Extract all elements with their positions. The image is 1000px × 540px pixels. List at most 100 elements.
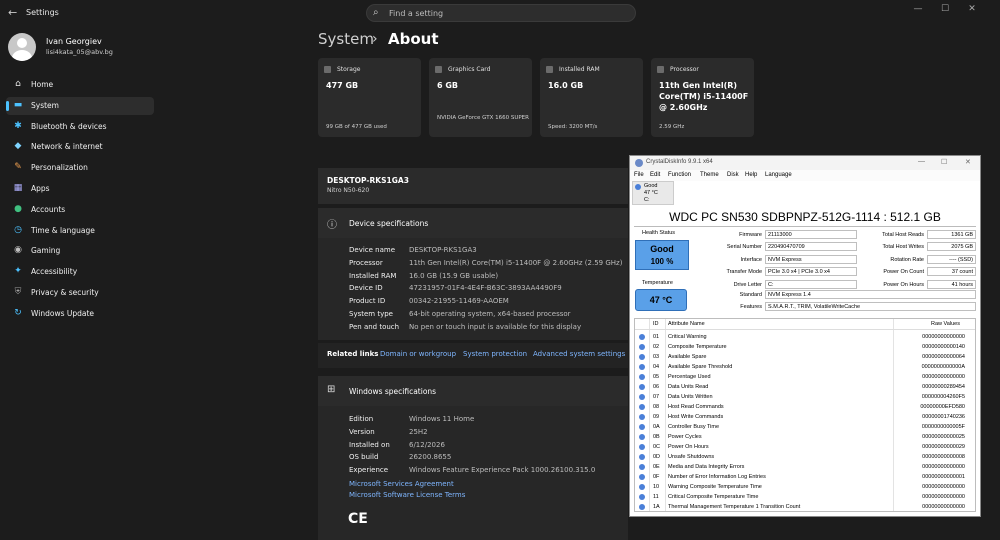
spec-label: Pen and touch <box>349 322 400 331</box>
cdi-menu-help[interactable]: Help <box>745 172 757 178</box>
table-row[interactable]: 03 Available Spare 00000000000064 <box>635 352 975 362</box>
domain-workgroup-link[interactable]: Domain or workgroup <box>380 350 456 358</box>
table-row[interactable]: 0C Power On Hours 00000000000029 <box>635 442 975 452</box>
attribute-id: 04 <box>653 364 660 370</box>
table-row[interactable]: 09 Host Write Commands 00000001740236 <box>635 412 975 422</box>
header-attribute-name[interactable]: Attribute Name <box>668 321 705 327</box>
license-terms-link[interactable]: Microsoft Software License Terms <box>349 491 465 499</box>
cdi-disk-tab[interactable]: Good 47 °C C: <box>632 181 674 205</box>
attribute-id: 05 <box>653 374 660 380</box>
cdi-field-label: Total Host Writes <box>882 244 924 251</box>
table-row[interactable]: 0E Media and Data Integrity Errors 0000000… <box>635 462 975 472</box>
sidebar-item-accounts[interactable]: ● Accounts <box>6 201 154 219</box>
gaming-icon: ◉ <box>14 245 22 256</box>
table-row[interactable]: 1A Thermal Management Temperature 1 Trans… <box>635 502 975 511</box>
cdi-minimize-icon[interactable]: — <box>918 158 925 165</box>
back-arrow-icon[interactable]: ← <box>8 6 17 19</box>
cdi-features-value: S.M.A.R.T., TRIM, VolatileWriteCache <box>765 302 976 311</box>
sidebar-item-accessibility[interactable]: ✦ Accessibility <box>6 263 154 281</box>
sidebar-item-network-internet[interactable]: ◆ Network & internet <box>6 138 154 156</box>
time-icon: ◷ <box>14 224 22 235</box>
attribute-status-dot-icon <box>639 504 645 510</box>
user-name: Ivan Georgiev <box>46 37 102 46</box>
sidebar-item-home[interactable]: ⌂ Home <box>6 76 154 94</box>
sidebar-item-privacy-security[interactable]: ⛨ Privacy & security <box>6 284 154 302</box>
table-row[interactable]: 10 Warning Composite Temperature Time 0000… <box>635 482 975 492</box>
minimize-icon[interactable]: — <box>908 4 928 14</box>
maximize-icon[interactable]: ☐ <box>935 4 955 14</box>
cdi-menu-disk[interactable]: Disk <box>727 172 739 178</box>
cdi-field-label: Power On Hours <box>883 281 924 288</box>
cdi-menu-theme[interactable]: Theme <box>700 172 719 178</box>
card-subtext: 99 GB of 477 GB used <box>326 124 387 130</box>
windows-specs-title: Windows specifications <box>349 387 437 396</box>
card-value: 477 GB <box>326 81 359 90</box>
sidebar-item-apps[interactable]: ▦ Apps <box>6 180 154 198</box>
table-row[interactable]: 11 Critical Composite Temperature Time 000… <box>635 492 975 502</box>
table-row[interactable]: 07 Data Units Written 000000004260F5 <box>635 392 975 402</box>
cdi-maximize-icon[interactable]: ☐ <box>941 158 947 166</box>
header-raw-values[interactable]: Raw Values <box>931 321 960 327</box>
card-caption: Graphics Card <box>448 66 491 73</box>
sidebar-item-label: Personalization <box>31 163 88 173</box>
spec-label: Experience <box>349 466 389 475</box>
cdi-menu-file[interactable]: File <box>634 172 644 178</box>
attribute-id: 02 <box>653 344 660 350</box>
close-icon[interactable]: ✕ <box>962 4 982 14</box>
attribute-raw-value: 00000000000000 <box>922 374 965 380</box>
system-protection-link[interactable]: System protection <box>463 350 527 358</box>
card-icon <box>324 66 331 73</box>
cdi-menu-language[interactable]: Language <box>765 172 792 178</box>
cdi-field-value: 2075 GB <box>927 242 976 252</box>
spec-label: Installed on <box>349 440 390 449</box>
apps-icon: ▦ <box>13 183 23 193</box>
search-input[interactable]: Find a setting <box>389 9 443 18</box>
card-processor[interactable]: Processor 11th Gen Intel(R) Core(TM) i5-1… <box>651 58 754 137</box>
table-row[interactable]: 0F Number of Error Information Log Entrie… <box>635 472 975 482</box>
sidebar-item-time-language[interactable]: ◷ Time & language <box>6 222 154 240</box>
card-graphics-card[interactable]: Graphics Card 6 GB NVIDIA GeForce GTX 1660… <box>429 58 532 137</box>
cdi-menu-function[interactable]: Function <box>668 172 691 178</box>
sidebar-item-personalization[interactable]: ✎ Personalization <box>6 159 154 177</box>
table-row[interactable]: 05 Percentage Used 00000000000000 <box>635 372 975 382</box>
breadcrumb-system[interactable]: System <box>318 30 374 48</box>
attribute-id: 08 <box>653 404 660 410</box>
card-icon <box>657 66 664 73</box>
sidebar-item-system[interactable]: ▬ System <box>6 96 154 115</box>
cdi-health-status[interactable]: Good 100 % <box>635 240 689 270</box>
card-storage[interactable]: Storage 477 GB 99 GB of 477 GB used <box>318 58 421 137</box>
attribute-status-dot-icon <box>639 484 645 490</box>
cdi-field-label: Rotation Rate <box>890 256 924 263</box>
cdi-health-percent: 100 % <box>650 257 674 266</box>
services-agreement-link[interactable]: Microsoft Services Agreement <box>349 480 454 488</box>
card-value: 16.0 GB <box>548 81 584 90</box>
advanced-system-settings-link[interactable]: Advanced system settings <box>533 350 625 358</box>
device-block <box>318 168 628 204</box>
sidebar-item-gaming[interactable]: ◉ Gaming <box>6 242 154 260</box>
spec-value: 6/12/2026 <box>409 440 445 449</box>
table-row[interactable]: 06 Data Units Read 00000000289454 <box>635 382 975 392</box>
attribute-raw-value: 00000000000008 <box>922 454 965 460</box>
table-row[interactable]: 08 Host Read Commands 00000000EFD580 <box>635 402 975 412</box>
sidebar-item-label: Home <box>31 80 54 89</box>
header-id[interactable]: ID <box>653 321 659 327</box>
card-installed-ram[interactable]: Installed RAM 16.0 GB Speed: 3200 MT/s <box>540 58 643 137</box>
table-row[interactable]: 0B Power Cycles 00000000000025 <box>635 432 975 442</box>
cdi-tab-temp: 47 °C <box>644 190 658 196</box>
card-icon <box>546 66 553 73</box>
table-row[interactable]: 01 Critical Warning 00000000000000 <box>635 332 975 342</box>
sidebar-item-windows-update[interactable]: ↻ Windows Update <box>6 305 154 323</box>
table-row[interactable]: 0A Controller Busy Time 0000000000005F <box>635 422 975 432</box>
table-row[interactable]: 0D Unsafe Shutdowns 00000000000008 <box>635 452 975 462</box>
table-row[interactable]: 02 Composite Temperature 00000000000140 <box>635 342 975 352</box>
smart-attribute-table[interactable]: ID Attribute Name Raw Values 01 Critical … <box>634 318 976 512</box>
spec-value: 00342-21955-11469-AAOEM <box>409 297 509 306</box>
sidebar-item-bluetooth-devices[interactable]: ✱ Bluetooth & devices <box>6 118 154 136</box>
update-icon: ↻ <box>14 307 22 318</box>
attribute-name: Host Read Commands <box>668 404 724 410</box>
table-row[interactable]: 04 Available Spare Threshold 0000000000000… <box>635 362 975 372</box>
cdi-menu-edit[interactable]: Edit <box>650 172 660 178</box>
cdi-close-icon[interactable]: ✕ <box>965 158 971 166</box>
avatar[interactable] <box>8 33 36 61</box>
search-box[interactable]: ⌕ Find a setting <box>366 4 636 22</box>
